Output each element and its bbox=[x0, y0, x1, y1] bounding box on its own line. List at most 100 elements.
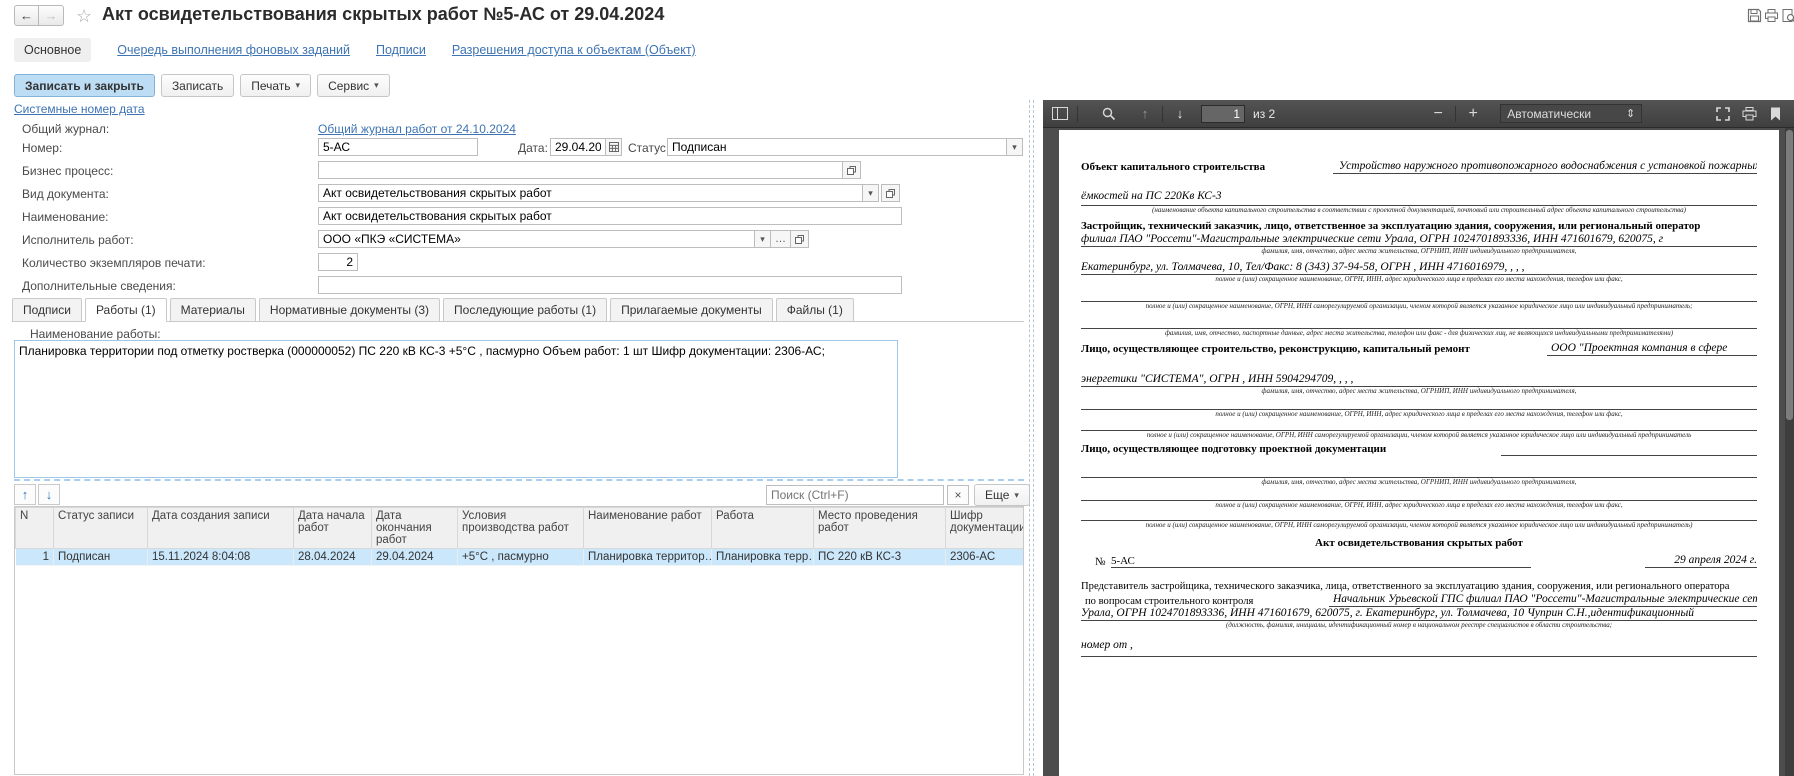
copies-input[interactable] bbox=[318, 253, 358, 271]
tab-attached-docs[interactable]: Прилагаемые документы bbox=[610, 298, 773, 322]
doc-builder-value: ООО "Проектная компания в сфере bbox=[1547, 342, 1757, 356]
save-close-button[interactable]: Записать и закрыть bbox=[14, 74, 155, 97]
doc-type-input[interactable] bbox=[318, 184, 863, 202]
doc-developer-label: Застройщик, технический заказчик, лицо, … bbox=[1081, 220, 1757, 233]
status-input[interactable] bbox=[667, 138, 1007, 156]
pdf-search-button[interactable] bbox=[1096, 102, 1122, 126]
doc-caption: (должность, фамилия, инициалы, идентифик… bbox=[1081, 621, 1757, 630]
pdf-scrollbar-thumb[interactable] bbox=[1786, 130, 1793, 420]
presentation-mode-button[interactable] bbox=[1710, 102, 1736, 126]
doc-type-open-button[interactable] bbox=[881, 184, 900, 202]
chevron-down-icon: ▾ bbox=[374, 80, 379, 91]
down-arrow-icon: ↓ bbox=[1177, 106, 1184, 121]
executor-open-button[interactable] bbox=[790, 230, 809, 248]
tab-main[interactable]: Основное bbox=[14, 38, 91, 62]
tab-normative-docs[interactable]: Нормативные документы (3) bbox=[259, 298, 440, 322]
date-label: Дата: bbox=[518, 141, 548, 155]
toolbar-separator bbox=[1077, 106, 1078, 122]
act-date-value: 29 апреля 2024 г. bbox=[1645, 554, 1757, 568]
works-table: N Статус записи Дата создания записи Дат… bbox=[14, 506, 1024, 775]
tab-access-rights[interactable]: Разрешения доступа к объектам (Объект) bbox=[452, 43, 696, 57]
search-icon bbox=[1102, 107, 1116, 121]
number-input[interactable] bbox=[318, 138, 478, 156]
journal-link[interactable]: Общий журнал работ от 24.10.2024 bbox=[318, 122, 516, 136]
col-location[interactable]: Место проведения работ bbox=[814, 508, 946, 549]
col-doc-code[interactable]: Шифр документации bbox=[946, 508, 1024, 549]
doc-builder-label: Лицо, осуществляющее строительство, реко… bbox=[1081, 343, 1547, 356]
doc-type-dropdown-button[interactable]: ▾ bbox=[862, 184, 879, 202]
vertical-splitter[interactable] bbox=[1029, 100, 1034, 776]
tab-signatures[interactable]: Подписи bbox=[376, 43, 426, 57]
page-number-input[interactable] bbox=[1201, 105, 1245, 123]
doc-caption: полное и (или) сокращенное наименование,… bbox=[1081, 431, 1757, 440]
more-button[interactable]: Еще▾ bbox=[974, 484, 1030, 506]
back-arrow-icon: ← bbox=[20, 8, 33, 23]
updown-arrows-icon: ⇕ bbox=[1626, 107, 1635, 120]
move-up-button[interactable]: ↑ bbox=[14, 484, 36, 505]
favorite-star-icon[interactable]: ☆ bbox=[76, 6, 92, 27]
business-process-input[interactable] bbox=[318, 161, 843, 179]
save-button[interactable]: Записать bbox=[161, 74, 234, 97]
col-n[interactable]: N bbox=[16, 508, 54, 549]
executor-choose-button[interactable]: … bbox=[770, 230, 791, 248]
plus-icon: + bbox=[1469, 105, 1478, 123]
print-menu-button[interactable]: Печать▾ bbox=[240, 74, 311, 97]
tab-materials[interactable]: Материалы bbox=[170, 298, 256, 322]
executor-input[interactable] bbox=[318, 230, 755, 248]
calendar-button[interactable] bbox=[605, 138, 622, 156]
zoom-out-button[interactable]: − bbox=[1425, 102, 1451, 126]
business-process-open-button[interactable] bbox=[842, 161, 861, 179]
doc-caption: (наименование объекта капитального строи… bbox=[1081, 206, 1757, 215]
pdf-scrollbar[interactable] bbox=[1785, 128, 1794, 776]
executor-dropdown-button[interactable]: ▾ bbox=[754, 230, 771, 248]
doc-caption: полное и (или) сокращенное наименование,… bbox=[1081, 275, 1757, 284]
zoom-in-button[interactable]: + bbox=[1460, 102, 1486, 126]
preview-icon[interactable] bbox=[1781, 8, 1794, 23]
cell-n: 1 bbox=[16, 549, 54, 566]
doc-caption: фамилия, имя, отчество, адрес места жите… bbox=[1081, 247, 1757, 256]
tab-background-jobs[interactable]: Очередь выполнения фоновых заданий bbox=[117, 43, 350, 57]
print-icon[interactable] bbox=[1764, 8, 1779, 23]
back-button[interactable]: ← bbox=[14, 5, 39, 26]
zoom-mode-select[interactable]: Автоматически ⇕ bbox=[1500, 104, 1642, 123]
tab-signatures-detail[interactable]: Подписи bbox=[12, 298, 82, 322]
detail-tabstrip: ПодписиРаботы (1)МатериалыНормативные до… bbox=[12, 298, 857, 322]
doc-caption: полное и (или) сокращенное наименование,… bbox=[1081, 302, 1757, 311]
col-created[interactable]: Дата создания записи bbox=[148, 508, 294, 549]
sidebar-toggle-button[interactable] bbox=[1047, 102, 1073, 126]
search-input[interactable] bbox=[766, 485, 944, 505]
doc-representative-line: Представитель застройщика, технического … bbox=[1081, 580, 1757, 593]
date-input[interactable] bbox=[550, 138, 606, 156]
col-work-name[interactable]: Наименование работ bbox=[584, 508, 712, 549]
chevron-down-icon: ▾ bbox=[296, 80, 301, 91]
pdf-print-button[interactable] bbox=[1736, 102, 1762, 126]
table-row[interactable]: 1 Подписан 15.11.2024 8:04:08 28.04.2024… bbox=[16, 549, 1024, 566]
col-work[interactable]: Работа bbox=[712, 508, 814, 549]
name-input[interactable] bbox=[318, 207, 902, 225]
cell-doc-code: 2306-АС bbox=[946, 549, 1024, 566]
tab-works[interactable]: Работы (1) bbox=[85, 298, 167, 322]
tab-next-works[interactable]: Последующие работы (1) bbox=[443, 298, 607, 322]
search-clear-button[interactable]: × bbox=[947, 485, 969, 505]
work-name-textarea[interactable]: Планировка территории под отметку ростве… bbox=[14, 340, 898, 478]
tab-files[interactable]: Файлы (1) bbox=[776, 298, 854, 322]
previous-page-button[interactable]: ↑ bbox=[1132, 102, 1158, 126]
forward-button[interactable]: → bbox=[39, 5, 64, 26]
next-page-button[interactable]: ↓ bbox=[1167, 102, 1193, 126]
extra-info-input[interactable] bbox=[318, 276, 902, 294]
bookmark-button[interactable] bbox=[1762, 102, 1788, 126]
col-end-date[interactable]: Дата окончания работ bbox=[372, 508, 458, 549]
cell-work-name: Планировка территор… bbox=[584, 549, 712, 566]
horizontal-splitter[interactable] bbox=[14, 479, 1024, 481]
col-start-date[interactable]: Дата начала работ bbox=[294, 508, 372, 549]
service-menu-button[interactable]: Сервис▾ bbox=[317, 74, 390, 97]
col-conditions[interactable]: Условия производства работ bbox=[458, 508, 584, 549]
move-down-button[interactable]: ↓ bbox=[38, 484, 60, 505]
col-status[interactable]: Статус записи bbox=[54, 508, 148, 549]
bookmark-icon bbox=[1770, 107, 1781, 121]
status-dropdown-button[interactable]: ▾ bbox=[1006, 138, 1023, 156]
save-icon[interactable] bbox=[1747, 8, 1762, 23]
doc-caption: полное и (или) сокращенное наименование,… bbox=[1081, 501, 1757, 510]
open-icon bbox=[847, 166, 856, 175]
system-number-date-link[interactable]: Системные номер дата bbox=[14, 102, 145, 116]
